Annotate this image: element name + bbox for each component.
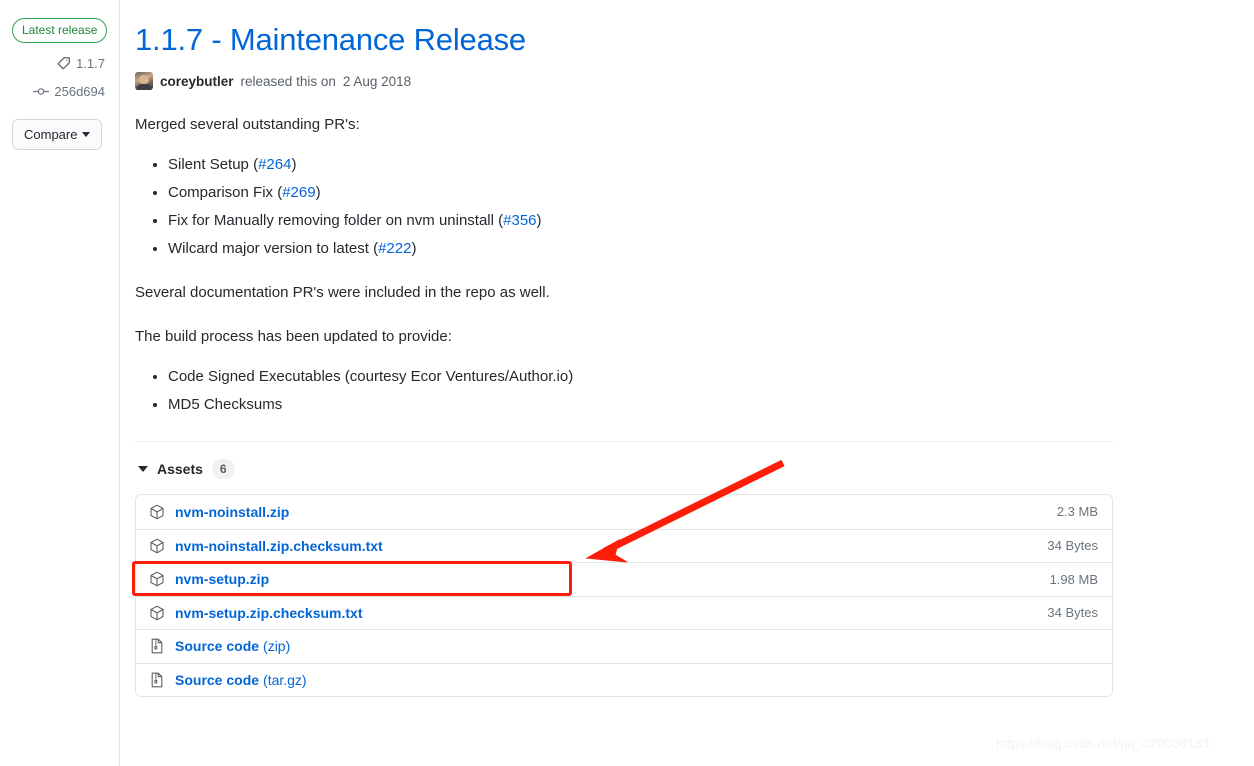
release-page: Latest release 1.1.7 256d694 Compare 1.1… [0, 0, 1254, 766]
asset-link[interactable]: Source code [175, 672, 259, 688]
pr-close-paren: ) [315, 184, 321, 201]
latest-release-badge: Latest release [12, 18, 108, 43]
pr-item-text: Wilcard major version to latest [168, 240, 374, 257]
release-author[interactable]: coreybutler [160, 74, 234, 89]
table-row[interactable]: nvm-noinstall.zip.checksum.txt 34 Bytes [136, 528, 1112, 563]
list-item: Wilcard major version to latest (#222) [168, 238, 1115, 260]
release-commit-row[interactable]: 256d694 [12, 84, 107, 99]
list-item: Code Signed Executables (courtesy Ecor V… [168, 366, 1115, 388]
release-byline-middle: released this on [240, 73, 336, 89]
asset-link[interactable]: nvm-noinstall.zip [175, 504, 289, 520]
list-item: Comparison Fix (#269) [168, 182, 1115, 204]
pr-list: Silent Setup (#264) Comparison Fix (#269… [135, 154, 1115, 260]
pr-close-paren: ) [536, 212, 542, 229]
release-title[interactable]: 1.1.7 - Maintenance Release [135, 22, 1115, 58]
body-docs-note: Several documentation PR's were included… [135, 284, 550, 301]
asset-size: 34 Bytes [1047, 605, 1098, 621]
table-row[interactable]: Source code (zip) [136, 629, 1112, 663]
asset-link[interactable]: nvm-setup.zip.checksum.txt [175, 605, 363, 621]
release-tag-name: 1.1.7 [76, 56, 105, 71]
asset-format-suffix: (tar.gz) [263, 671, 307, 688]
asset-size: 34 Bytes [1047, 538, 1098, 554]
file-zip-icon [148, 638, 166, 654]
table-row[interactable]: nvm-noinstall.zip 2.3 MB [136, 495, 1112, 529]
release-main: 1.1.7 - Maintenance Release coreybutler … [135, 0, 1115, 438]
watermark-text: https://blog.csdn.net/qq_020030133 [996, 736, 1210, 751]
user-avatar[interactable] [135, 72, 153, 90]
pr-close-paren: ) [291, 156, 297, 173]
table-row[interactable]: nvm-setup.zip.checksum.txt 34 Bytes [136, 595, 1112, 630]
assets-section: Assets 6 nvm-noinstall.zip 2.3 MB nvm-no… [135, 441, 1113, 697]
tag-icon [56, 56, 71, 71]
compare-button[interactable]: Compare [12, 119, 103, 150]
body-build-intro: The build process has been updated to pr… [135, 328, 452, 345]
caret-down-icon[interactable] [138, 466, 148, 472]
package-icon [148, 504, 166, 520]
list-item: MD5 Checksums [168, 394, 1115, 416]
asset-format-suffix: (zip) [263, 638, 291, 655]
assets-label: Assets [157, 461, 203, 477]
pr-link[interactable]: #264 [258, 156, 291, 173]
file-zip-icon [148, 672, 166, 688]
chevron-down-icon [82, 132, 91, 137]
commit-icon [33, 84, 50, 99]
package-icon [148, 538, 166, 554]
asset-size: 1.98 MB [1049, 571, 1098, 587]
pr-link[interactable]: #356 [503, 212, 536, 229]
pr-link[interactable]: #269 [282, 184, 315, 201]
asset-size: 2.3 MB [1056, 504, 1098, 520]
package-icon [148, 605, 166, 621]
list-item: Fix for Manually removing folder on nvm … [168, 210, 1115, 232]
pr-item-text: Fix for Manually removing folder on nvm … [168, 212, 499, 229]
assets-table: nvm-noinstall.zip 2.3 MB nvm-noinstall.z… [135, 494, 1113, 697]
release-body: Merged several outstanding PR's: Silent … [135, 114, 1115, 416]
asset-link[interactable]: Source code [175, 638, 259, 654]
release-commit-sha: 256d694 [54, 84, 105, 99]
build-list: Code Signed Executables (courtesy Ecor V… [135, 366, 1115, 416]
list-item: Silent Setup (#264) [168, 154, 1115, 176]
pr-item-text: Comparison Fix [168, 184, 278, 201]
package-icon [148, 571, 166, 587]
pr-item-text: Silent Setup [168, 156, 254, 173]
pr-link[interactable]: #222 [378, 240, 411, 257]
assets-count-badge: 6 [211, 459, 235, 479]
compare-button-label: Compare [24, 127, 78, 142]
table-row[interactable]: nvm-setup.zip 1.98 MB [136, 562, 1112, 596]
release-tag-row[interactable]: 1.1.7 [12, 56, 107, 71]
table-row[interactable]: Source code (tar.gz) [136, 662, 1112, 697]
assets-header[interactable]: Assets 6 [135, 459, 1113, 479]
asset-link[interactable]: nvm-setup.zip [175, 571, 269, 587]
release-sidebar: Latest release 1.1.7 256d694 Compare [0, 0, 120, 766]
asset-link[interactable]: nvm-noinstall.zip.checksum.txt [175, 538, 383, 554]
section-divider [135, 441, 1113, 442]
body-intro: Merged several outstanding PR's: [135, 116, 360, 133]
release-date: 2 Aug 2018 [342, 73, 412, 89]
pr-close-paren: ) [411, 240, 417, 257]
release-byline: coreybutler released this on 2 Aug 2018 [135, 72, 1115, 90]
